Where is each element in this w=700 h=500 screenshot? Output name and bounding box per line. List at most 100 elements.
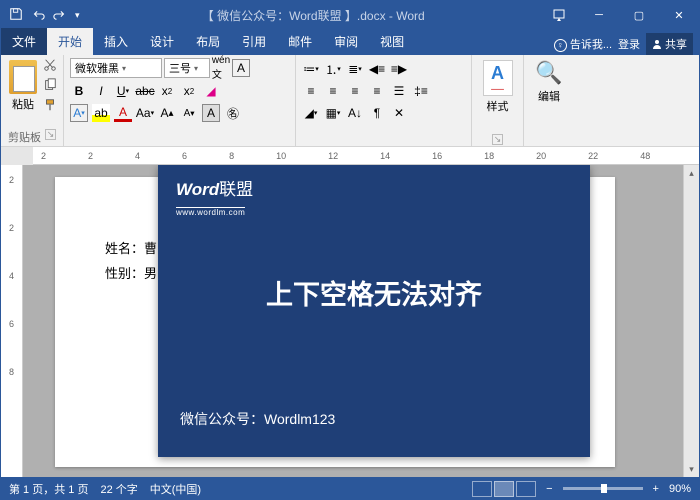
justify-icon[interactable]: ≡ [368, 82, 386, 100]
char-shading-icon[interactable]: A [202, 104, 220, 122]
ribbon: 粘贴 剪贴板 ↘ 微软雅黑▾ 三号▾ wén文 A B I U ▾ abc x2 … [1, 55, 699, 147]
ribbon-tabs: 文件 开始 插入 设计 布局 引用 邮件 审阅 视图 ♀ 告诉我... 登录 共… [1, 29, 699, 55]
numbering-icon[interactable]: ⒈▾ [324, 60, 342, 78]
title-bar: ▾ 【 微信公众号：Word联盟 】.docx - Word ─ ▢ ✕ [1, 1, 699, 29]
align-left-icon[interactable]: ≡ [302, 82, 320, 100]
decrease-indent-icon[interactable]: ◀≡ [368, 60, 386, 78]
text-effects-icon[interactable]: A ▾ [70, 104, 88, 122]
lightbulb-icon: ♀ [554, 39, 567, 52]
maximize-button[interactable]: ▢ [619, 1, 659, 29]
overlay-logo: Word联盟 www.wordlm.com [176, 175, 253, 220]
snap-icon[interactable]: ✕ [390, 104, 408, 122]
font-size-combo[interactable]: 三号▾ [164, 58, 210, 78]
phonetic-guide-icon[interactable]: wén文 [212, 59, 230, 77]
highlight-icon[interactable]: ab [92, 104, 110, 122]
styles-icon: A── [483, 60, 513, 96]
scroll-up-icon[interactable]: ▴ [684, 165, 699, 181]
underline-button[interactable]: U ▾ [114, 82, 132, 100]
tab-mailings[interactable]: 邮件 [277, 28, 323, 55]
vertical-scrollbar[interactable]: ▴ ▾ [683, 165, 699, 477]
grow-font-icon[interactable]: A▴ [158, 104, 176, 122]
shrink-font-icon[interactable]: A▾ [180, 104, 198, 122]
clear-format-icon[interactable]: ◢ [202, 82, 220, 100]
tab-layout[interactable]: 布局 [185, 28, 231, 55]
save-icon[interactable] [9, 7, 23, 24]
change-case-icon[interactable]: Aa▾ [136, 104, 154, 122]
distribute-icon[interactable]: ☰ [390, 82, 408, 100]
quick-access-toolbar: ▾ [1, 7, 88, 24]
status-language[interactable]: 中文(中国) [150, 481, 201, 497]
italic-button[interactable]: I [92, 82, 110, 100]
document-workspace: 22468 姓名：曹 性别：男 Word联盟 www.wordlm.com 上下… [1, 165, 699, 477]
styles-launcher-icon[interactable]: ↘ [492, 134, 503, 145]
tab-design[interactable]: 设计 [139, 28, 185, 55]
clipboard-icon [9, 60, 37, 94]
print-layout-icon[interactable] [494, 481, 514, 497]
close-button[interactable]: ✕ [659, 1, 699, 29]
tab-home[interactable]: 开始 [47, 28, 93, 55]
tab-insert[interactable]: 插入 [93, 28, 139, 55]
cut-icon[interactable] [43, 58, 57, 75]
line-spacing-icon[interactable]: ‡≡ [412, 82, 430, 100]
group-clipboard: 粘贴 剪贴板 ↘ [1, 55, 64, 146]
borders-icon[interactable]: ▦▾ [324, 104, 342, 122]
bullets-icon[interactable]: ≔▾ [302, 60, 320, 78]
styles-button[interactable]: A── 样式 [481, 58, 515, 116]
undo-icon[interactable] [31, 7, 45, 24]
tell-me[interactable]: ♀ 告诉我... [554, 36, 612, 52]
group-editing: 🔍 编辑 [524, 55, 574, 146]
find-button[interactable]: 🔍 编辑 [533, 58, 564, 106]
vertical-ruler[interactable]: 22468 [1, 165, 23, 477]
view-buttons [472, 481, 536, 497]
zoom-out-icon[interactable]: − [546, 483, 552, 495]
ribbon-options-icon[interactable] [539, 1, 579, 29]
format-painter-icon[interactable] [43, 98, 57, 115]
zoom-level[interactable]: 90% [669, 483, 691, 495]
align-center-icon[interactable]: ≡ [324, 82, 342, 100]
clipboard-launcher-icon[interactable]: ↘ [45, 129, 56, 140]
redo-icon[interactable] [53, 7, 67, 24]
overlay-subtitle: 微信公众号：Wordlm123 [180, 409, 335, 429]
enclose-char-icon[interactable]: ㊔ [224, 104, 242, 122]
font-name-combo[interactable]: 微软雅黑▾ [70, 58, 162, 78]
overlay-banner: Word联盟 www.wordlm.com 上下空格无法对齐 微信公众号：Wor… [158, 165, 590, 457]
superscript-button[interactable]: x2 [180, 82, 198, 100]
char-border-icon[interactable]: A [232, 59, 250, 77]
strikethrough-button[interactable]: abc [136, 82, 154, 100]
horizontal-ruler[interactable]: 224681012141618202248 [33, 147, 699, 165]
zoom-slider[interactable] [563, 487, 643, 490]
subscript-button[interactable]: x2 [158, 82, 176, 100]
scroll-down-icon[interactable]: ▾ [684, 461, 699, 477]
status-word-count[interactable]: 22 个字 [100, 481, 137, 497]
status-page[interactable]: 第 1 页，共 1 页 [9, 481, 88, 497]
zoom-in-icon[interactable]: + [653, 483, 659, 495]
align-right-icon[interactable]: ≡ [346, 82, 364, 100]
web-layout-icon[interactable] [516, 481, 536, 497]
share-button[interactable]: 共享 [646, 33, 693, 55]
show-marks-icon[interactable]: ¶ [368, 104, 386, 122]
tab-view[interactable]: 视图 [369, 28, 415, 55]
qat-more-icon[interactable]: ▾ [75, 10, 80, 21]
login-link[interactable]: 登录 [618, 36, 640, 52]
multilevel-icon[interactable]: ≣▾ [346, 60, 364, 78]
font-color-icon[interactable]: A [114, 104, 132, 122]
sort-icon[interactable]: A↓ [346, 104, 364, 122]
clipboard-label: 剪贴板 [8, 129, 41, 145]
paste-button[interactable]: 粘贴 [7, 58, 39, 114]
group-paragraph: ≔▾ ⒈▾ ≣▾ ◀≡ ≡▶ ≡ ≡ ≡ ≡ ☰ ‡≡ ◢▾ ▦▾ A↓ ¶ ✕ [296, 55, 472, 146]
window-title: 【 微信公众号：Word联盟 】.docx - Word [88, 7, 539, 24]
read-mode-icon[interactable] [472, 481, 492, 497]
shading-icon[interactable]: ◢▾ [302, 104, 320, 122]
tab-references[interactable]: 引用 [231, 28, 277, 55]
ruler-area: 224681012141618202248 [1, 147, 699, 165]
tab-file[interactable]: 文件 [1, 28, 47, 55]
minimize-button[interactable]: ─ [579, 1, 619, 29]
increase-indent-icon[interactable]: ≡▶ [390, 60, 408, 78]
tab-review[interactable]: 审阅 [323, 28, 369, 55]
status-bar: 第 1 页，共 1 页 22 个字 中文(中国) − + 90% [1, 477, 699, 500]
copy-icon[interactable] [43, 78, 57, 95]
magnifier-icon: 🔍 [535, 60, 562, 86]
group-styles: A── 样式 ↘ [472, 55, 524, 146]
bold-button[interactable]: B [70, 82, 88, 100]
group-font: 微软雅黑▾ 三号▾ wén文 A B I U ▾ abc x2 x2 ◢ A ▾… [64, 55, 296, 146]
